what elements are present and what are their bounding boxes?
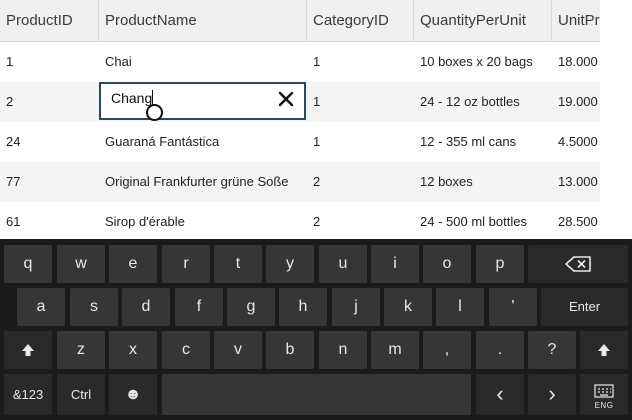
column-header-categoryid[interactable]: CategoryID: [307, 0, 414, 41]
cell-productid[interactable]: 24: [0, 122, 99, 162]
ctrl-key[interactable]: Ctrl: [57, 374, 105, 415]
keyboard-layout-key[interactable]: ENG: [580, 374, 628, 415]
key-c[interactable]: c: [162, 331, 210, 369]
cell-unitprice[interactable]: 13.000: [552, 162, 600, 202]
language-label: ENG: [594, 401, 614, 410]
cell-productid[interactable]: 1: [0, 42, 99, 82]
cell-edit-value: Chang: [111, 90, 153, 106]
column-header-quantityperunit[interactable]: QuantityPerUnit: [414, 0, 552, 41]
key-d[interactable]: d: [122, 288, 170, 326]
cell-quantityperunit[interactable]: 12 boxes: [414, 162, 552, 202]
key-k[interactable]: k: [384, 288, 432, 326]
right-arrow-key[interactable]: ›: [528, 374, 576, 415]
backspace-icon: [565, 256, 591, 272]
cell-quantityperunit[interactable]: 12 - 355 ml cans: [414, 122, 552, 162]
key-j[interactable]: j: [332, 288, 380, 326]
cell-unitprice[interactable]: 18.000: [552, 42, 600, 82]
touch-keyboard: q w e r t y u i o p a s d f g h j k l ' …: [0, 239, 632, 420]
table-row[interactable]: 1 Chai 1 10 boxes x 20 bags 18.000: [0, 42, 600, 82]
selection-handle[interactable]: [146, 104, 163, 121]
cell-quantityperunit[interactable]: 24 - 12 oz bottles: [414, 82, 552, 122]
key-b[interactable]: b: [266, 331, 314, 369]
key-q[interactable]: q: [4, 245, 52, 283]
space-bar[interactable]: [162, 374, 471, 415]
column-header-productid[interactable]: ProductID: [0, 0, 99, 41]
enter-key[interactable]: Enter: [541, 288, 628, 326]
key-backspace[interactable]: [528, 245, 628, 283]
cell-unitprice[interactable]: 19.000: [552, 82, 600, 122]
key-w[interactable]: w: [57, 245, 105, 283]
cell-productname[interactable]: Sirop d'érable: [99, 202, 307, 240]
cell-categoryid[interactable]: 1: [307, 122, 414, 162]
key-u[interactable]: u: [319, 245, 367, 283]
cell-productid[interactable]: 61: [0, 202, 99, 240]
column-header-productname[interactable]: ProductName: [99, 0, 307, 41]
key-l[interactable]: l: [436, 288, 484, 326]
key-v[interactable]: v: [214, 331, 262, 369]
key-e[interactable]: e: [109, 245, 157, 283]
close-icon[interactable]: [276, 89, 296, 109]
table-row[interactable]: 24 Guaraná Fantástica 1 12 - 355 ml cans…: [0, 122, 600, 162]
cell-unitprice[interactable]: 28.500: [552, 202, 600, 240]
cell-productname[interactable]: Original Frankfurter grüne Soße: [99, 162, 307, 202]
key-i[interactable]: i: [371, 245, 419, 283]
column-header-unitprice[interactable]: UnitPr: [552, 0, 600, 41]
cell-productname[interactable]: Chai: [99, 42, 307, 82]
key-h[interactable]: h: [279, 288, 327, 326]
grid-header: ProductID ProductName CategoryID Quantit…: [0, 0, 600, 42]
key-comma[interactable]: ,: [423, 331, 471, 369]
key-o[interactable]: o: [423, 245, 471, 283]
cell-categoryid[interactable]: 2: [307, 162, 414, 202]
table-row[interactable]: 61 Sirop d'érable 2 24 - 500 ml bottles …: [0, 202, 600, 240]
left-arrow-key[interactable]: ‹: [476, 374, 524, 415]
cell-categoryid[interactable]: 1: [307, 42, 414, 82]
key-f[interactable]: f: [175, 288, 223, 326]
key-s[interactable]: s: [70, 288, 118, 326]
cell-productid[interactable]: 2: [0, 82, 99, 122]
cell-categoryid[interactable]: 1: [307, 82, 414, 122]
cell-productid[interactable]: 77: [0, 162, 99, 202]
key-g[interactable]: g: [227, 288, 275, 326]
key-shift-right[interactable]: [580, 331, 628, 369]
key-a[interactable]: a: [17, 288, 65, 326]
key-n[interactable]: n: [319, 331, 367, 369]
cell-unitprice[interactable]: 4.5000: [552, 122, 600, 162]
key-x[interactable]: x: [109, 331, 157, 369]
key-period[interactable]: .: [476, 331, 524, 369]
data-grid: ProductID ProductName CategoryID Quantit…: [0, 0, 600, 240]
cell-quantityperunit[interactable]: 10 boxes x 20 bags: [414, 42, 552, 82]
key-y[interactable]: y: [266, 245, 314, 283]
key-t[interactable]: t: [214, 245, 262, 283]
key-shift-left[interactable]: [4, 331, 52, 369]
cell-edit-input[interactable]: Chang: [99, 82, 306, 121]
cell-productname[interactable]: Guaraná Fantástica: [99, 122, 307, 162]
table-row[interactable]: 77 Original Frankfurter grüne Soße 2 12 …: [0, 162, 600, 202]
key-question[interactable]: ?: [528, 331, 576, 369]
key-p[interactable]: p: [476, 245, 524, 283]
cell-quantityperunit[interactable]: 24 - 500 ml bottles: [414, 202, 552, 240]
shift-arrow-icon: [22, 344, 34, 356]
key-z[interactable]: z: [57, 331, 105, 369]
key-m[interactable]: m: [371, 331, 419, 369]
symbols-key[interactable]: &123: [4, 374, 52, 415]
key-r[interactable]: r: [162, 245, 210, 283]
shift-arrow-icon: [598, 344, 610, 356]
cell-categoryid[interactable]: 2: [307, 202, 414, 240]
key-apostrophe[interactable]: ': [489, 288, 537, 326]
emoji-key[interactable]: ☻: [109, 374, 157, 415]
